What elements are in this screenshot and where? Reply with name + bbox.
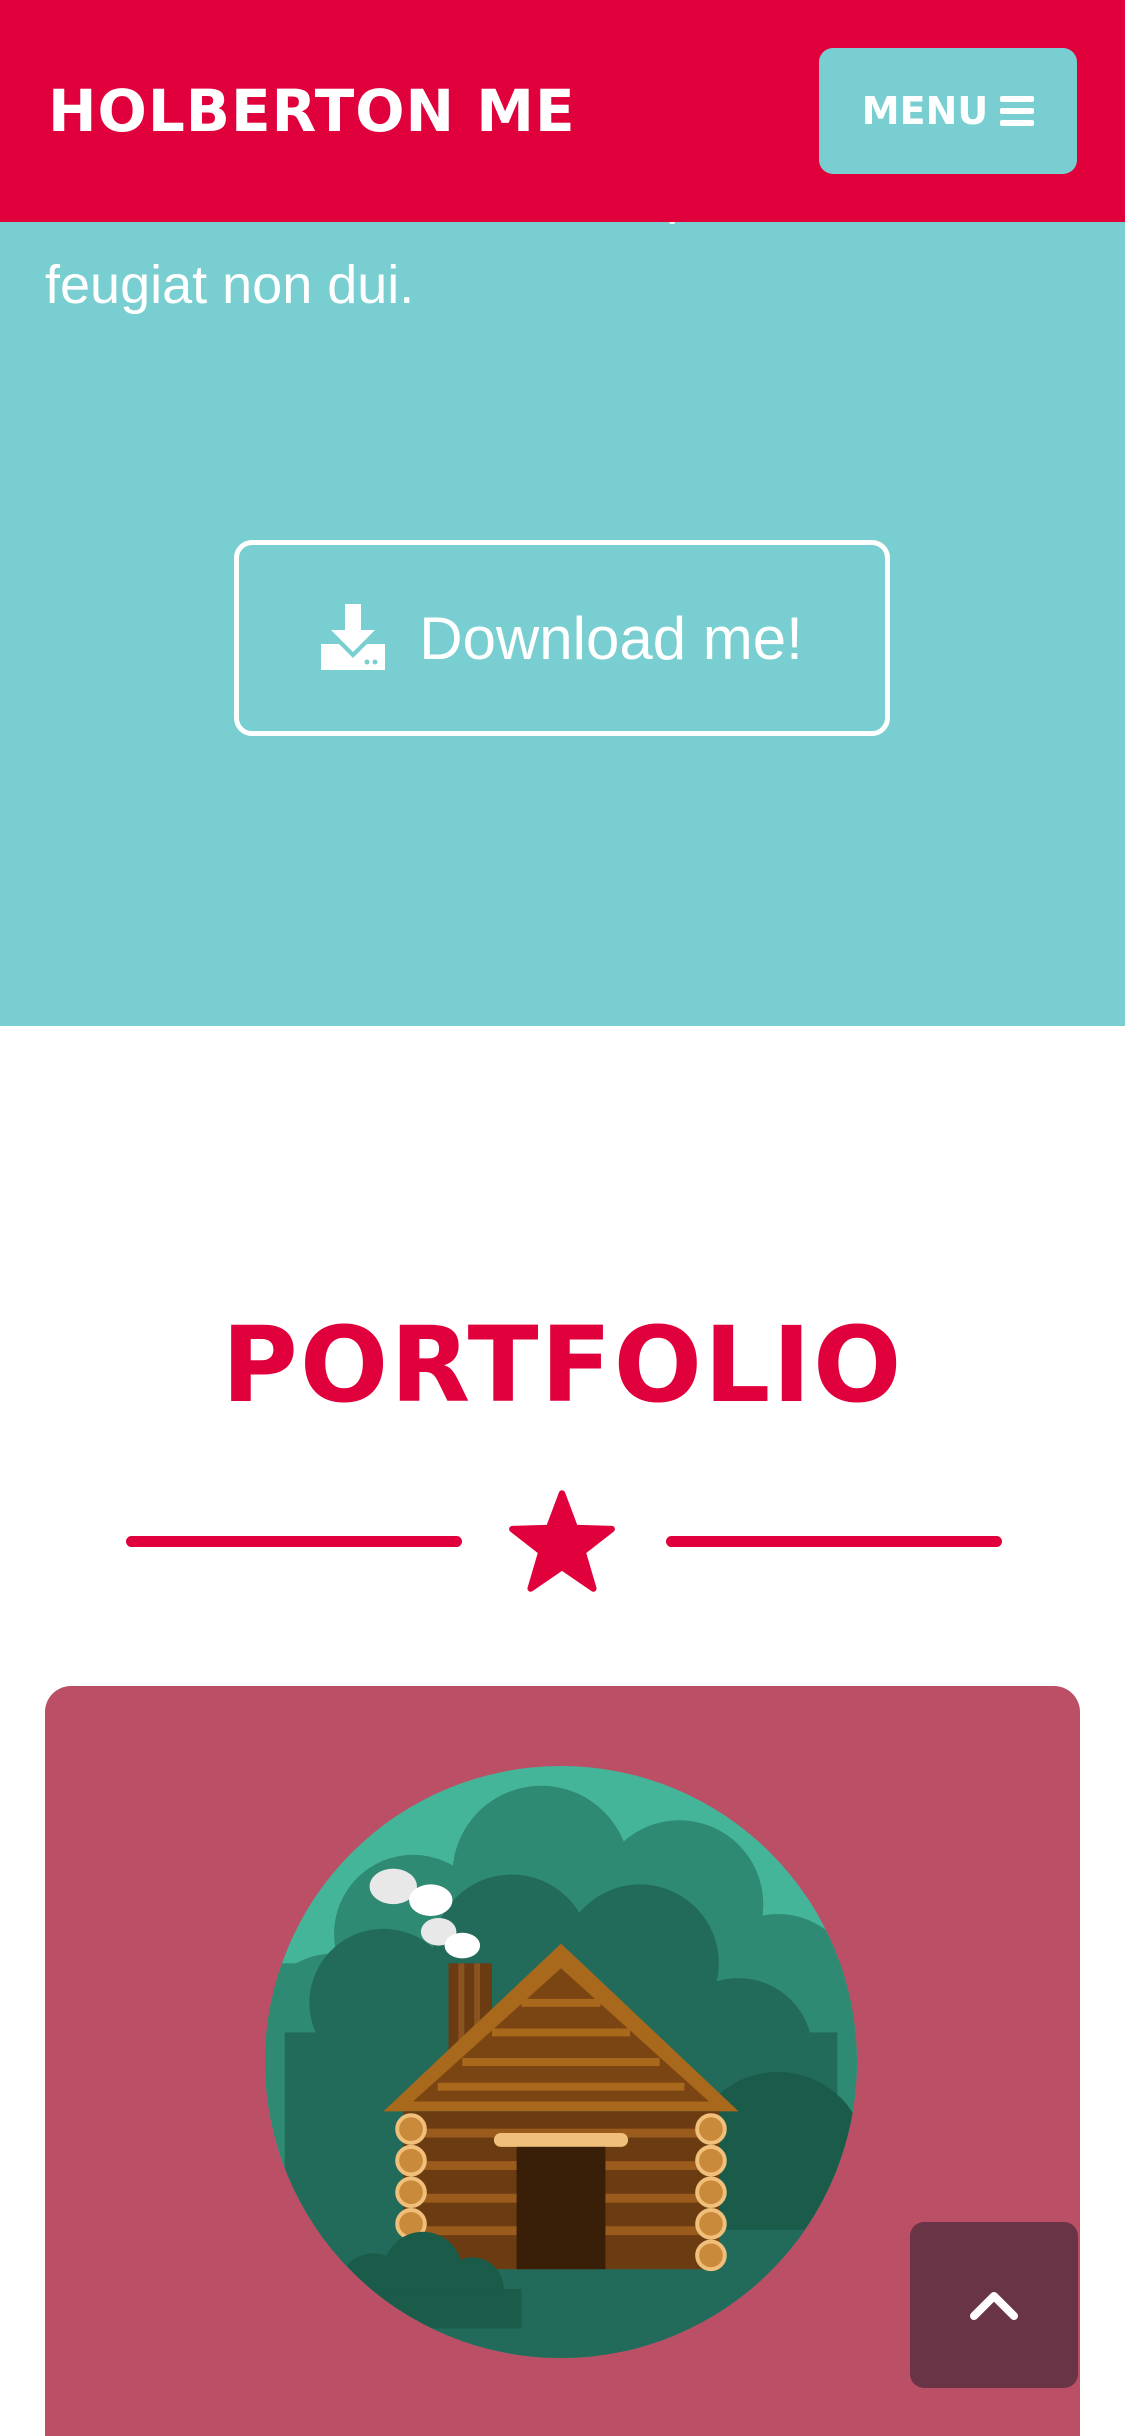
back-to-top-button[interactable] (910, 2222, 1078, 2388)
menu-label: MENU (861, 89, 989, 133)
navbar: HOLBERTON ME MENU (0, 0, 1125, 222)
brand-link[interactable]: HOLBERTON ME (48, 72, 576, 150)
download-label: Download me! (419, 604, 803, 672)
portfolio-title: PORTFOLIO (221, 1304, 904, 1426)
divider-line-right (666, 1536, 1002, 1547)
about-text-line: feugiat non dui. (45, 255, 415, 315)
menu-button[interactable]: MENU (819, 48, 1077, 174)
divider-line-left (126, 1536, 462, 1547)
cabin-illustration (265, 1766, 857, 2358)
download-button[interactable]: Download me! (234, 540, 890, 736)
download-icon (321, 603, 386, 673)
star-icon (509, 1490, 615, 1592)
bars-icon (1000, 96, 1035, 126)
chevron-up-icon (970, 2292, 1018, 2320)
